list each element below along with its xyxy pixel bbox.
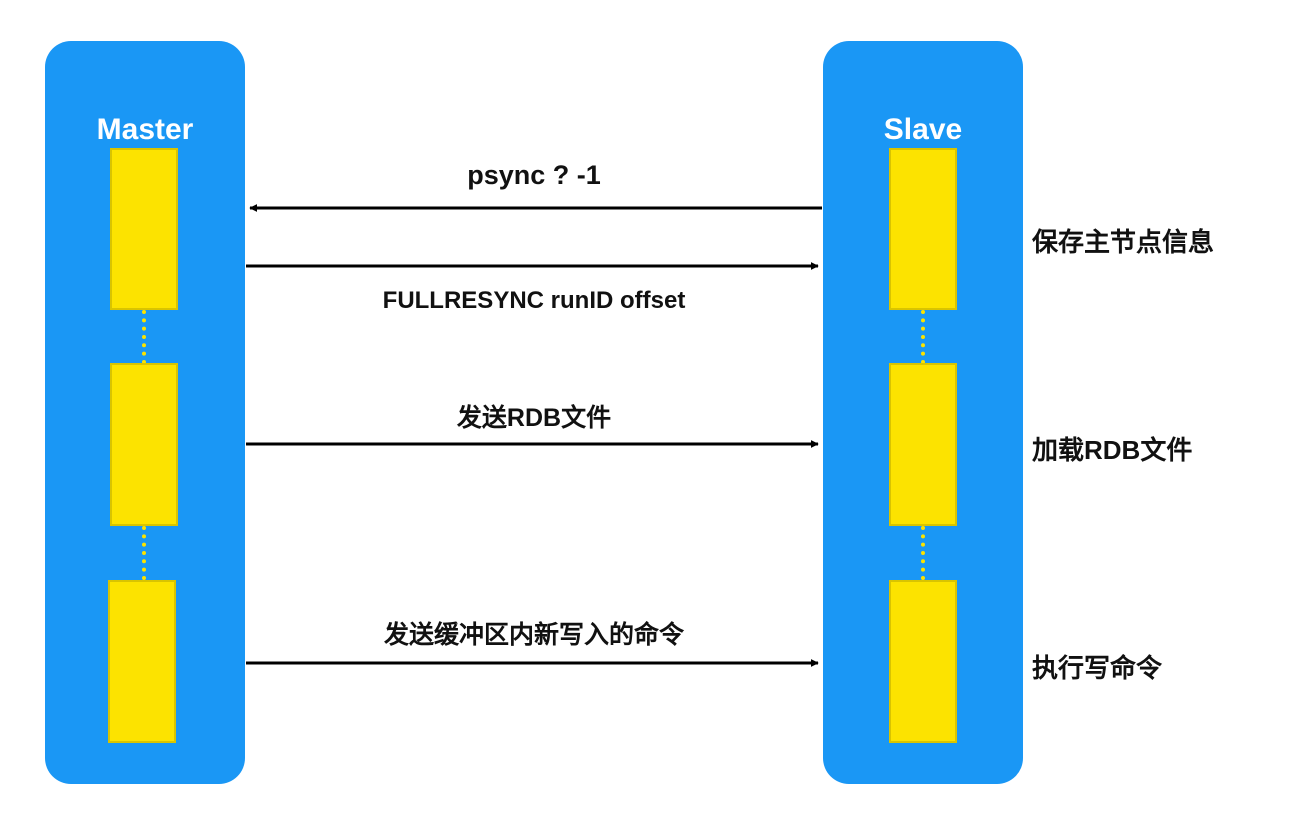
message-label-psync: psync ? -1 (467, 160, 601, 190)
message-label-send-rdb: 发送RDB文件 (456, 404, 612, 432)
note-load-rdb: 加载RDB文件 (1032, 435, 1193, 465)
message-label-send-buffer: 发送缓冲区内新写入的命令 (383, 621, 684, 649)
note-execute-write: 执行写命令 (1032, 653, 1163, 683)
note-save-master-info: 保存主节点信息 (1032, 227, 1215, 257)
message-label-fullresync: FULLRESYNC runID offset (382, 287, 686, 314)
